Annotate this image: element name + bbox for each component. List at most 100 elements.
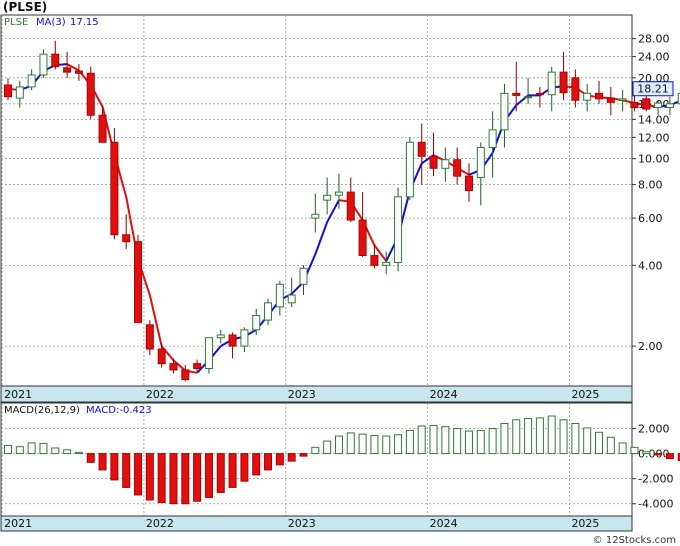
candle-body-down (370, 255, 379, 266)
macd-bar-negative (228, 453, 237, 488)
candle-body-down (63, 67, 72, 73)
price-tick-label: 24.00 (638, 51, 670, 64)
macd-bar-positive (488, 428, 497, 455)
macd-bar-positive (595, 431, 603, 455)
macd-bar-positive (405, 429, 414, 455)
price-tick-label: 6.00 (638, 212, 663, 225)
candle-body-down (86, 72, 95, 116)
chart-title: (PLSE) (3, 0, 47, 14)
macd-bar-negative (240, 453, 249, 482)
candle (86, 66, 95, 120)
macd-bar-negative (86, 453, 95, 463)
candle-body-down (98, 114, 107, 143)
macd-bar-negative (287, 453, 296, 462)
candle-body-up (216, 334, 225, 339)
macd-bar-positive (323, 440, 332, 455)
footer-credit: © 12Stocks.com (593, 535, 676, 546)
macd-bar-negative (181, 453, 190, 505)
macd-bar-positive (63, 449, 72, 455)
candle-body-up (382, 261, 391, 266)
last-price-tag: 18.21 (632, 81, 674, 97)
price-tick-label: 14.00 (638, 113, 670, 126)
macd-bar-positive (429, 424, 438, 455)
macd-tick-label: 2.000 (638, 423, 670, 436)
price-date-band (0, 385, 633, 403)
macd-bar-positive (346, 432, 355, 455)
candle-body-up (287, 294, 296, 304)
macd-year-label: 2025 (571, 517, 599, 530)
macd-bar-positive (394, 434, 403, 455)
candle-body-down (417, 141, 426, 157)
candle-body-down (134, 241, 143, 323)
macd-tick-label: 0.000 (638, 448, 670, 461)
candle-body-down (535, 92, 544, 96)
price-year-label: 2025 (571, 388, 599, 401)
candle-body-up (665, 103, 674, 109)
candle-body-down (571, 77, 580, 101)
macd-bar-positive (334, 435, 343, 455)
macd-bar-positive (618, 442, 627, 455)
candle-body-up (264, 302, 273, 321)
candle-body-up (441, 159, 450, 169)
macd-bar-negative (134, 453, 143, 496)
macd-bar-positive (51, 447, 60, 455)
candle-body-down (193, 363, 202, 370)
candle-body-down (169, 363, 178, 371)
macd-bar-positive (464, 430, 473, 455)
candle-body-down (642, 98, 651, 110)
macd-bar-positive (500, 423, 509, 455)
candle-body-down (346, 191, 355, 221)
candle (405, 137, 414, 201)
candle-body-up (311, 213, 320, 219)
candle-body-down (110, 141, 119, 236)
macd-bar-negative (275, 453, 284, 466)
macd-bar-negative (654, 453, 663, 456)
last-price-value: 18.21 (637, 83, 669, 96)
macd-bar-negative (110, 453, 119, 481)
candle-body-up (240, 329, 249, 347)
candle-body-down (4, 84, 12, 98)
macd-bar-positive (583, 427, 592, 455)
candle-body-up (500, 92, 509, 131)
macd-bar-positive (74, 451, 83, 455)
macd-label: MACD(26,12,9) (4, 405, 80, 416)
macd-bar-positive (417, 425, 426, 455)
macd-value: MACD:-0.423 (86, 405, 152, 416)
candle-body-down (606, 97, 615, 103)
price-tick-label: 4.00 (638, 259, 663, 272)
macd-bar-negative (145, 453, 154, 501)
candle (110, 128, 119, 240)
macd-bar-negative (204, 453, 213, 498)
candle-body-down (181, 369, 190, 381)
candle-body-down (51, 53, 60, 68)
ma-value: 17.15 (70, 17, 99, 28)
macd-bar-positive (441, 426, 450, 455)
macd-bar-negative (122, 453, 131, 488)
macd-tick-label: -2.000 (638, 473, 673, 486)
candle (39, 49, 48, 78)
price-y-axis: 2.004.006.008.0010.0012.0014.0016.0020.0… (632, 33, 670, 353)
macd-bar-positive (39, 443, 48, 455)
candle-body-down (145, 324, 154, 350)
macd-bar-positive (370, 434, 379, 455)
candle-body-up (618, 98, 627, 101)
candle-body-up (323, 194, 332, 201)
macd-bar-positive (453, 428, 462, 455)
macd-date-band (0, 515, 633, 532)
macd-bar-positive (476, 429, 485, 455)
candle-body-up (476, 146, 485, 179)
price-panel (0, 14, 633, 403)
candle-body-up (394, 196, 403, 263)
price-year-label: 2023 (288, 388, 316, 401)
macd-year-label: 2021 (4, 517, 32, 530)
price-tick-label: 12.00 (638, 131, 670, 144)
candle-body-down (74, 70, 83, 74)
macd-y-axis: 2.000 0.000 -2.000 -4.000 (632, 423, 673, 511)
macd-bar-positive (642, 451, 651, 455)
candle-body-up (334, 191, 343, 196)
macd-bar-positive (630, 446, 639, 455)
macd-bar-positive (535, 417, 544, 455)
macd-bar-positive (524, 418, 533, 455)
price-year-label: 2022 (146, 388, 174, 401)
candle-body-up (275, 283, 284, 308)
